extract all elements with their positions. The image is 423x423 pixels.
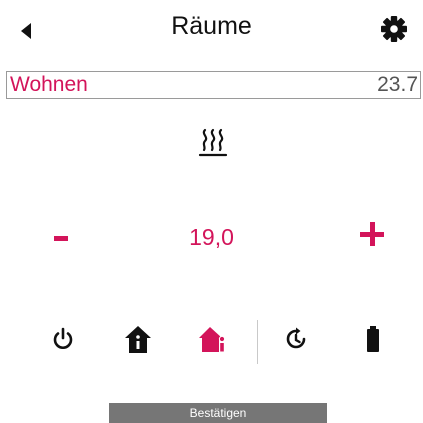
battery-button[interactable] [358, 322, 388, 356]
home-active-mode-button[interactable] [198, 322, 228, 356]
heating-icon [198, 126, 228, 158]
home-info-icon [125, 326, 151, 353]
increase-temperature-button[interactable] [360, 222, 386, 248]
timer-icon [286, 327, 306, 349]
power-button[interactable] [48, 322, 78, 356]
page-title: Räume [171, 12, 252, 40]
timer-button[interactable] [281, 322, 311, 356]
power-icon [53, 327, 73, 349]
battery-icon [367, 326, 379, 352]
room-name: Wohnen [10, 73, 88, 96]
room-control-screen: Räume Wohnen 23.7 19,0 Bestätigen [0, 0, 423, 423]
header: Räume [0, 0, 423, 56]
room-current-temperature: 23.7 [377, 73, 418, 96]
confirm-button[interactable]: Bestätigen [109, 403, 327, 423]
home-mode-button[interactable] [123, 322, 153, 356]
settings-button[interactable] [379, 14, 409, 44]
gear-icon [381, 16, 407, 42]
room-row[interactable]: Wohnen 23.7 [6, 71, 421, 99]
mode-divider [257, 320, 258, 364]
home-info-person-icon [199, 327, 226, 353]
